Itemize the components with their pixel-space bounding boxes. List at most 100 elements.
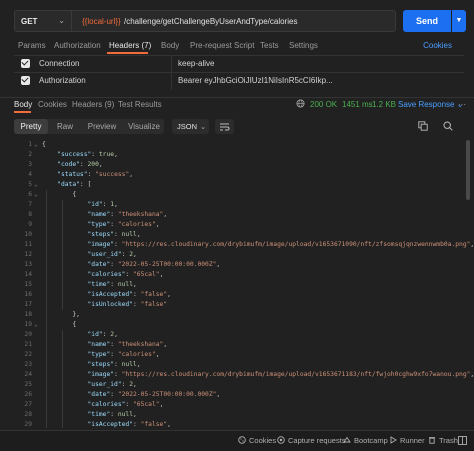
line-number: 16 xyxy=(24,291,32,298)
response-tab-headers[interactable]: Headers (9) xyxy=(72,100,114,109)
header-enabled-checkbox[interactable] xyxy=(21,59,30,68)
active-tab-indicator xyxy=(107,52,148,54)
code-text: "user_id": 2, xyxy=(87,381,137,388)
fold-chevron-icon[interactable]: ⌄ xyxy=(34,180,38,190)
cookies-link[interactable]: Cookies xyxy=(423,41,452,50)
fold-chevron-icon[interactable]: ⌄ xyxy=(34,190,38,200)
tab-tests[interactable]: Tests xyxy=(260,41,279,50)
trash-label: Trash xyxy=(439,436,458,445)
runner-label: Runner xyxy=(400,436,425,445)
fold-chevron-icon[interactable]: ⌄ xyxy=(34,140,38,150)
code-line: 13 "date": "2022-05-25T00:00:00.000Z", xyxy=(0,260,474,270)
line-number: 12 xyxy=(24,251,32,258)
line-number: 5 xyxy=(28,181,32,188)
response-time[interactable]: 1451 ms xyxy=(342,100,373,109)
tab-prerequest-script[interactable]: Pre-request Script xyxy=(190,41,254,50)
tab-headers[interactable]: Headers (7) xyxy=(109,41,151,50)
runner-button[interactable]: Runner xyxy=(389,436,425,445)
line-number: 9 xyxy=(28,221,32,228)
response-tab-body[interactable]: Body xyxy=(14,100,32,109)
code-line: 28 "time": null, xyxy=(0,410,474,420)
code-text: "steps": null, xyxy=(87,231,141,238)
response-tab-cookies[interactable]: Cookies xyxy=(38,100,67,109)
code-line: 15 "time": null, xyxy=(0,280,474,290)
header-row: Connection keep-alive xyxy=(14,55,464,73)
code-text: "time": null, xyxy=(87,281,137,288)
code-text: "name": "theekshana", xyxy=(87,211,168,218)
code-text: "name": "theekshana", xyxy=(87,341,168,348)
code-text: "type": "calories", xyxy=(87,351,160,358)
response-size[interactable]: 1.2 KB xyxy=(372,100,396,109)
view-raw-button[interactable]: Raw xyxy=(50,119,80,134)
status-cookies-button[interactable]: Cookies xyxy=(238,436,276,445)
indent-guide xyxy=(62,330,63,428)
line-number: 17 xyxy=(24,301,32,308)
code-line: 27 "calories": "65cal", xyxy=(0,400,474,410)
format-select[interactable]: JSON ⌄ xyxy=(172,119,209,134)
header-value[interactable]: Bearer eyJhbGciOiJIUzI1NiIsInR5cCI6Ikp..… xyxy=(178,76,333,85)
code-line: 25 "user_id": 2, xyxy=(0,380,474,390)
response-tab-test-results[interactable]: Test Results xyxy=(118,100,162,109)
code-line: 9 "type": "calories", xyxy=(0,220,474,230)
status-cookies-label: Cookies xyxy=(249,436,277,445)
view-preview-button[interactable]: Preview xyxy=(84,119,120,134)
tab-authorization[interactable]: Authorization xyxy=(54,41,101,50)
line-number: 25 xyxy=(24,381,32,388)
tab-params[interactable]: Params xyxy=(18,41,46,50)
header-key[interactable]: Authorization xyxy=(39,76,86,85)
code-line: 5 "data": [ xyxy=(0,180,474,190)
more-options-icon[interactable]: ··· xyxy=(458,100,466,109)
runner-icon xyxy=(390,436,397,444)
cookie-icon xyxy=(238,436,246,444)
capture-requests-button[interactable]: Capture requests xyxy=(277,436,346,445)
code-line: 20 "id": 2, xyxy=(0,330,474,340)
code-text: { xyxy=(42,191,77,198)
code-text: "status": "success", xyxy=(57,171,134,178)
header-value[interactable]: keep-alive xyxy=(178,59,214,68)
code-text: "calories": "65cal", xyxy=(87,401,164,408)
line-number: 24 xyxy=(24,371,32,378)
indent-guide xyxy=(46,190,47,428)
url-input[interactable]: {{local-url}} /challenge/getChallengeByU… xyxy=(72,10,396,32)
globe-icon xyxy=(296,99,305,108)
header-key[interactable]: Connection xyxy=(39,59,79,68)
copy-icon[interactable] xyxy=(418,121,428,131)
response-body-viewer[interactable]: 1{2 "success": true, 3 "code": 200, 4 "sta… xyxy=(0,138,474,428)
line-number: 13 xyxy=(24,261,32,268)
search-icon[interactable] xyxy=(443,121,453,131)
tab-settings[interactable]: Settings xyxy=(289,41,318,50)
line-number: 7 xyxy=(28,201,32,208)
layout-toggle-icon[interactable] xyxy=(458,436,467,445)
view-pretty-button[interactable]: Pretty xyxy=(14,119,48,134)
line-number: 27 xyxy=(24,401,32,408)
line-number: 23 xyxy=(24,361,32,368)
header-row: Authorization Bearer eyJhbGciOiJIUzI1NiI… xyxy=(14,72,464,90)
method-select[interactable]: GET ⌄ xyxy=(14,10,72,32)
send-options-chevron-icon[interactable]: ▼ xyxy=(452,10,466,32)
code-text: "steps": null, xyxy=(87,361,141,368)
view-visualize-button[interactable]: Visualize xyxy=(124,119,164,134)
code-line: 2 "success": true, xyxy=(0,150,474,160)
scrollbar-thumb[interactable] xyxy=(466,140,470,200)
code-line: 3 "code": 200, xyxy=(0,160,474,170)
code-text: "date": "2022-05-25T00:00:00.000Z", xyxy=(87,261,221,268)
line-number: 10 xyxy=(24,231,32,238)
bootcamp-button[interactable]: Bootcamp xyxy=(343,436,388,445)
line-number: 29 xyxy=(24,421,32,428)
url-variable: {{local-url}} xyxy=(82,17,121,26)
wrap-lines-button[interactable] xyxy=(215,119,234,134)
line-number: 22 xyxy=(24,351,32,358)
send-button[interactable]: Send xyxy=(403,10,451,32)
tab-body[interactable]: Body xyxy=(161,41,179,50)
code-text: "image": "https://res.cloudinary.com/dry… xyxy=(87,241,474,248)
code-text: "calories": "65cal", xyxy=(87,271,164,278)
save-response-button[interactable]: Save Response ⌄ xyxy=(398,100,463,109)
trash-button[interactable]: Trash xyxy=(428,436,458,445)
column-divider xyxy=(171,73,172,90)
fold-chevron-icon[interactable]: ⌄ xyxy=(34,320,38,330)
header-enabled-checkbox[interactable] xyxy=(21,76,30,85)
format-label: JSON xyxy=(177,122,198,131)
response-status-code[interactable]: 200 OK xyxy=(310,100,337,109)
indent-guide xyxy=(62,200,63,310)
line-number: 3 xyxy=(28,161,32,168)
